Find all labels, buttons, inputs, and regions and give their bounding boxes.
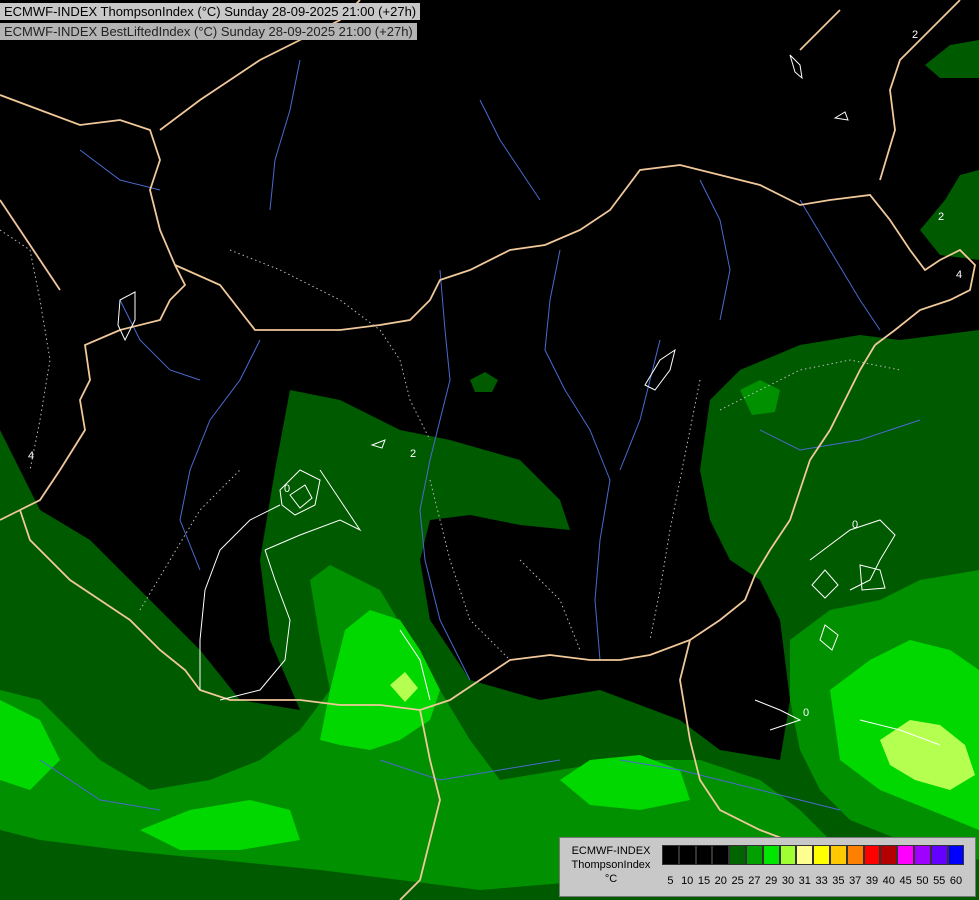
- country-border: [799, 9, 841, 51]
- color-legend: ECMWF-INDEX ThompsonIndex °C 5 10 15 20 25 27…: [559, 837, 976, 897]
- legend-swatch: [678, 845, 696, 865]
- map-title-primary: ECMWF-INDEX ThompsonIndex (°C) Sunday 28…: [0, 3, 421, 20]
- weather-map: 4 2 0 0 0 2 2 4 ECMWF-INDEX ThompsonInde…: [0, 0, 979, 900]
- fill-dark-green-spot: [470, 372, 498, 392]
- country-border: [0, 199, 61, 291]
- dotted-contour: [0, 229, 51, 471]
- legend-tick-label: 27: [748, 875, 761, 887]
- legend-tick-label: 5: [667, 875, 674, 887]
- legend-label: ECMWF-INDEX ThompsonIndex °C: [560, 844, 662, 886]
- legend-swatch: [779, 845, 797, 865]
- legend-swatch: [712, 845, 730, 865]
- contour-label: 2: [912, 29, 918, 41]
- legend-swatch: [745, 845, 763, 865]
- legend-tick-label: 40: [882, 875, 895, 887]
- legend-swatch: [913, 845, 931, 865]
- legend-index-label: ThompsonIndex: [571, 859, 651, 871]
- legend-swatch: [947, 845, 965, 865]
- legend-tick-label: 60: [949, 875, 963, 887]
- fill-dark-green-corner: [925, 40, 979, 78]
- river: [479, 99, 541, 201]
- legend-swatch-row: [662, 845, 965, 865]
- solid-contour: [789, 54, 803, 80]
- river: [699, 179, 731, 321]
- legend-swatch: [813, 845, 830, 865]
- legend-swatch: [897, 845, 914, 865]
- legend-tick-label: 35: [832, 875, 845, 887]
- map-title-secondary: ECMWF-INDEX BestLiftedIndex (°C) Sunday …: [0, 23, 417, 40]
- dotted-contour: [139, 469, 241, 611]
- legend-swatch: [762, 845, 780, 865]
- legend-tick-row: 5 10 15 20 25 27 29 30 31 33 35 37 39 40 45 50 55 60: [662, 875, 972, 891]
- river: [119, 299, 201, 381]
- map-canvas: 4 2 0 0 0 2 2 4: [0, 0, 979, 900]
- legend-tick-label: 45: [899, 875, 912, 887]
- legend-tick-label: 31: [798, 875, 811, 887]
- index-fill-layer: [0, 40, 979, 900]
- river: [269, 59, 301, 211]
- legend-swatch: [880, 845, 898, 865]
- river: [544, 249, 611, 661]
- contour-label: 4: [956, 269, 962, 281]
- legend-tick-label: 30: [781, 875, 795, 887]
- country-border: [174, 164, 976, 346]
- legend-unit-label: °C: [604, 873, 618, 885]
- solid-contour: [117, 291, 136, 342]
- legend-tick-label: 10: [681, 875, 694, 887]
- legend-model-label: ECMWF-INDEX: [571, 845, 651, 857]
- legend-tick-label: 33: [815, 875, 828, 887]
- country-border: [879, 0, 961, 181]
- legend-swatch: [695, 845, 713, 865]
- contour-label: 4: [28, 450, 34, 462]
- contour-label: 0: [284, 483, 290, 495]
- legend-swatch: [829, 845, 847, 865]
- legend-swatch: [662, 845, 679, 865]
- legend-swatch: [863, 845, 881, 865]
- contour-label: 0: [852, 519, 858, 531]
- fill-dark-green-northeast: [920, 170, 979, 260]
- legend-tick-label: 15: [697, 875, 711, 887]
- legend-tick-label: 55: [933, 875, 946, 887]
- legend-tick-label: 29: [765, 875, 778, 887]
- dotted-contour: [649, 379, 701, 641]
- legend-swatch: [796, 845, 814, 865]
- river: [799, 199, 881, 331]
- dotted-contour: [519, 559, 581, 651]
- river: [619, 339, 661, 471]
- legend-swatch: [930, 845, 948, 865]
- contour-label: 2: [410, 448, 416, 460]
- legend-swatch: [846, 845, 864, 865]
- river: [179, 339, 261, 571]
- river: [79, 149, 161, 191]
- legend-tick-label: 50: [916, 875, 929, 887]
- legend-tick-label: 37: [849, 875, 862, 887]
- legend-tick-label: 39: [865, 875, 879, 887]
- solid-contour: [833, 111, 849, 121]
- contour-label: 0: [803, 707, 809, 719]
- contour-label: 2: [938, 211, 944, 223]
- legend-tick-label: 25: [731, 875, 744, 887]
- legend-swatch: [729, 845, 746, 865]
- legend-tick-label: 20: [714, 875, 727, 887]
